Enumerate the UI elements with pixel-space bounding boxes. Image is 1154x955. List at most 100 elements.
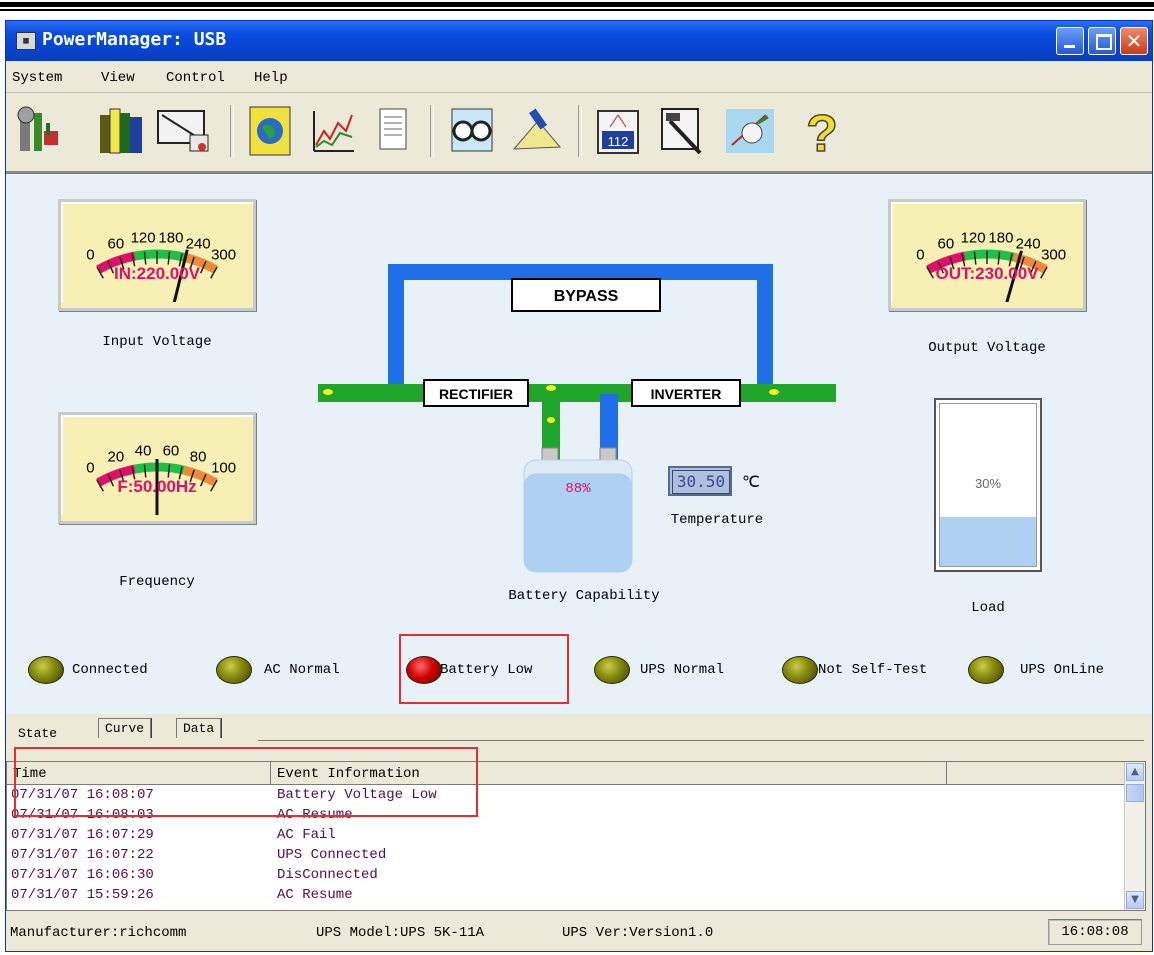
output-voltage-scale-label: 240 xyxy=(1016,235,1041,252)
output-voltage-scale-label: 180 xyxy=(988,230,1013,247)
frequency-scale-band xyxy=(134,462,185,475)
menu-help[interactable]: Help xyxy=(254,70,288,86)
settings-tools-icon[interactable] xyxy=(14,101,66,161)
input-voltage-face-edge xyxy=(61,302,253,308)
bypass-pipe-right xyxy=(757,264,773,386)
help-icon[interactable]: ? xyxy=(802,101,854,164)
row-event: AC Fail xyxy=(277,827,336,843)
inverter-label: INVERTER xyxy=(651,386,722,402)
temperature-unit: ℃ xyxy=(742,474,760,492)
svg-text:112: 112 xyxy=(608,134,629,149)
frequency-scale-label: 0 xyxy=(86,460,94,477)
menu-control[interactable]: Control xyxy=(166,70,225,86)
monitor-doc-icon[interactable] xyxy=(154,101,209,161)
temperature-display: 30.50 xyxy=(668,466,732,496)
bypass-pipe-top xyxy=(388,264,773,280)
hammer-icon[interactable] xyxy=(656,101,708,161)
satellite-icon[interactable] xyxy=(722,101,774,161)
scroll-thumb[interactable] xyxy=(1126,784,1144,802)
event-table-scrollbar[interactable]: ▲ ▼ xyxy=(1124,762,1145,910)
input-voltage-scale-label: 180 xyxy=(158,230,183,247)
row-time: 07/31/07 16:06:30 xyxy=(11,867,154,883)
table-row[interactable]: 07/31/07 15:59:26 AC Resume xyxy=(7,886,1125,906)
frequency-scale-label: 40 xyxy=(135,443,152,460)
column-blank[interactable] xyxy=(947,762,1125,784)
output-voltage-scale-band xyxy=(964,249,1015,262)
menu-view[interactable]: View xyxy=(101,70,135,86)
ups-online-led-icon xyxy=(968,656,1004,684)
frequency-scale-label: 20 xyxy=(108,448,125,465)
maximize-icon xyxy=(1089,28,1115,54)
title-bar[interactable]: ▦ PowerManager: USB ✕ xyxy=(6,21,1152,61)
ups-version-text: UPS Ver:Version1.0 xyxy=(562,925,714,941)
bypass-label: BYPASS xyxy=(554,288,619,305)
tab-data[interactable]: Data xyxy=(176,718,222,738)
notepad-icon[interactable] xyxy=(366,101,418,161)
connected-label: Connected xyxy=(72,662,148,678)
close-icon: ✕ xyxy=(1125,29,1143,53)
battery-percent: 88% xyxy=(565,481,591,497)
row-event: AC Resume xyxy=(277,887,353,903)
page-header-rule-thin xyxy=(0,9,1154,11)
app-icon: ▦ xyxy=(16,32,36,50)
calendar-icon[interactable]: 112 xyxy=(592,101,644,161)
input-voltage-scale-label: 0 xyxy=(86,247,94,264)
rectifier-label: RECTIFIER xyxy=(439,386,513,402)
frequency-scale-label: 60 xyxy=(163,443,180,460)
input-voltage-scale-label: 120 xyxy=(131,230,156,247)
connected-led-icon xyxy=(28,656,64,684)
manufacturer-text: Manufacturer:richcomm xyxy=(10,925,187,941)
ups-model-text: UPS Model:UPS 5K-11A xyxy=(316,925,485,941)
table-row[interactable]: 07/31/07 16:07:22 UPS Connected xyxy=(7,846,1125,866)
ac-normal-label: AC Normal xyxy=(264,662,340,678)
ups-normal-label: UPS Normal xyxy=(640,662,725,678)
ups-online-label: UPS OnLine xyxy=(1020,662,1105,678)
scroll-down-icon[interactable]: ▼ xyxy=(1126,891,1144,909)
frequency-caption: Frequency xyxy=(119,574,195,590)
toolbar-separator xyxy=(430,105,434,157)
maximize-button[interactable] xyxy=(1088,27,1116,55)
temperature-caption: Temperature xyxy=(670,512,764,528)
input-voltage-readout: IN:220.00V xyxy=(114,264,200,283)
globe-icon[interactable] xyxy=(244,101,296,161)
latest-event-highlight xyxy=(14,747,478,817)
input-voltage-scale-label: 300 xyxy=(211,247,236,264)
status-bar: Manufacturer:richcomm UPS Model:UPS 5K-1… xyxy=(6,913,1152,951)
frequency-scale-label: 100 xyxy=(211,460,236,477)
load-gauge: 30% xyxy=(934,398,1042,572)
ups-normal-led-icon xyxy=(594,656,630,684)
table-row[interactable]: 07/31/07 16:06:30 DisConnected xyxy=(7,866,1125,886)
input-voltage-meter: 0 60 120 180 240 300 IN:220.00V xyxy=(58,199,256,311)
output-voltage-scale-label: 300 xyxy=(1041,247,1066,264)
scroll-up-icon[interactable]: ▲ xyxy=(1126,763,1144,781)
table-row[interactable]: 07/31/07 16:07:29 AC Fail xyxy=(7,826,1125,846)
row-time: 07/31/07 16:07:22 xyxy=(11,847,154,863)
frequency-meter: 0 20 40 60 80 100 F:50.00Hz xyxy=(58,412,256,524)
svg-text:?: ? xyxy=(806,105,838,161)
frequency-scale-label: 80 xyxy=(190,448,207,465)
status-indicators: Connected AC Normal Battery Low UPS Norm… xyxy=(6,634,1152,704)
input-voltage-scale-label: 60 xyxy=(108,235,125,252)
chart-icon[interactable] xyxy=(306,101,358,161)
bypass-pipe-left xyxy=(388,264,404,386)
row-time: 07/31/07 16:07:29 xyxy=(11,827,154,843)
input-voltage-caption: Input Voltage xyxy=(102,334,212,350)
menu-system[interactable]: System xyxy=(12,70,62,86)
close-button[interactable]: ✕ xyxy=(1120,27,1148,55)
load-percent: 30% xyxy=(974,476,1002,491)
minimize-button[interactable] xyxy=(1056,27,1084,55)
output-voltage-scale-label: 0 xyxy=(916,247,924,264)
battery-caption: Battery Capability xyxy=(508,588,660,604)
books-icon[interactable] xyxy=(94,101,146,161)
ac-normal-led-icon xyxy=(216,656,252,684)
frequency-face-edge xyxy=(61,515,253,521)
load-caption: Load xyxy=(971,600,1005,616)
tab-curve[interactable]: Curve xyxy=(98,718,152,738)
power-flow-diagram: BYPASS RECTIFIER INVERTER xyxy=(318,264,836,464)
tab-state[interactable]: State xyxy=(18,726,57,741)
minimize-icon xyxy=(1057,28,1083,54)
glasses-icon[interactable] xyxy=(446,101,498,161)
output-voltage-meter: 0 60 120 180 240 300 OUT:230.00V xyxy=(888,199,1086,311)
brush-icon[interactable] xyxy=(508,101,562,161)
input-voltage-scale-label: 240 xyxy=(186,235,211,252)
